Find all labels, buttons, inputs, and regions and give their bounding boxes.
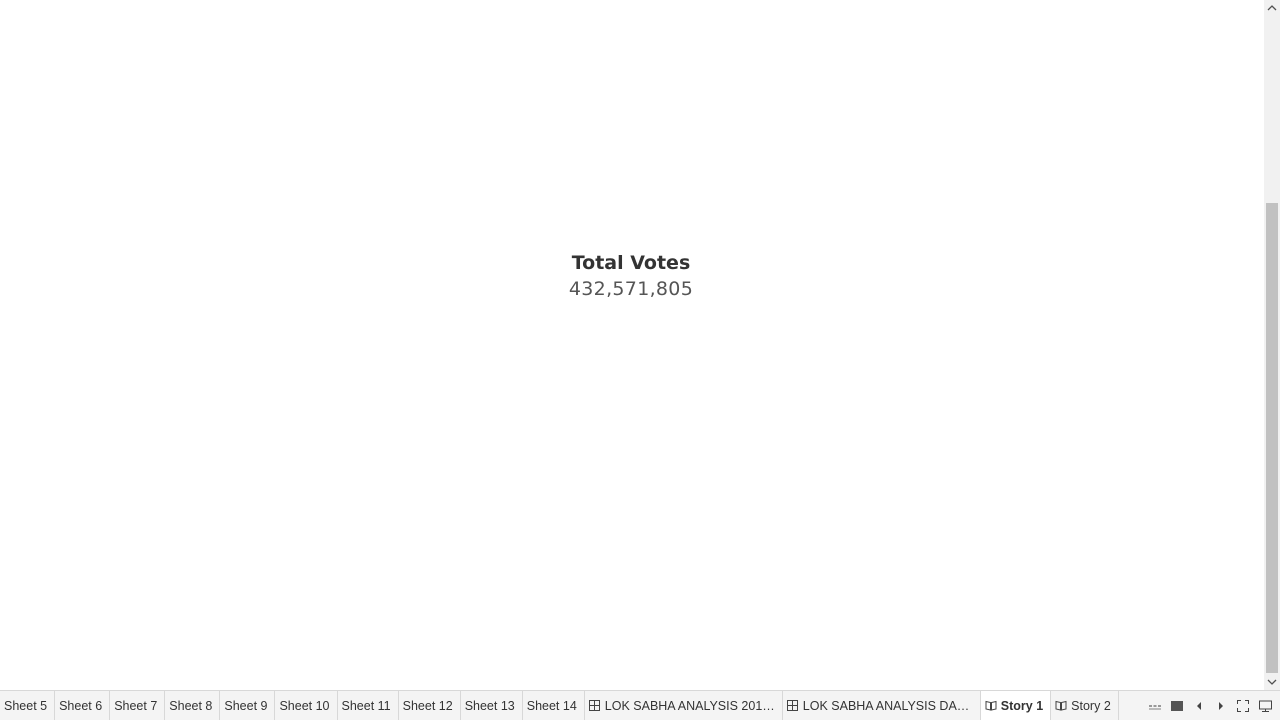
tab-sheet-7[interactable]: Sheet 7 [110, 691, 166, 720]
story-book-icon [1055, 700, 1067, 712]
tab-sheet-6[interactable]: Sheet 6 [55, 691, 111, 720]
tab-sheet-5[interactable]: Sheet 5 [0, 691, 56, 720]
tab-sheet-12[interactable]: Sheet 12 [399, 691, 461, 720]
tab-sheet-10[interactable]: Sheet 10 [275, 691, 338, 720]
tab-dashboard-lok-sabha-2019[interactable]: LOK SABHA ANALYSIS 2019... [585, 691, 783, 720]
tab-label: Sheet 11 [341, 698, 391, 713]
tab-bar-controls [1144, 691, 1280, 720]
tab-label: Sheet 6 [59, 698, 103, 713]
tab-sheet-9[interactable]: Sheet 9 [220, 691, 276, 720]
tab-label: Sheet 12 [402, 698, 453, 713]
tab-label: LOK SABHA ANALYSIS DAH... [802, 698, 973, 713]
vertical-scrollbar[interactable] [1264, 0, 1280, 690]
show-filmstrip-icon[interactable] [1144, 695, 1166, 717]
tab-sheet-14[interactable]: Sheet 14 [523, 691, 585, 720]
show-tabs-icon[interactable] [1166, 695, 1188, 717]
tab-dashboard-lok-sabha-dah[interactable]: LOK SABHA ANALYSIS DAH... [783, 691, 981, 720]
tab-label: Sheet 5 [4, 698, 48, 713]
tab-story-2[interactable]: Story 2 [1051, 691, 1119, 720]
dashboard-grid-icon [787, 700, 799, 712]
tab-label: Sheet 14 [526, 698, 577, 713]
tab-label: Sheet 7 [114, 698, 158, 713]
tab-label: Sheet 10 [279, 698, 330, 713]
story-book-icon [985, 700, 997, 712]
dashboard-grid-icon [589, 700, 601, 712]
sheet-tab-bar: Sheet 5 Sheet 6 Sheet 7 Sheet 8 Sheet 9 … [0, 690, 1280, 720]
tab-label: Story 2 [1071, 698, 1111, 713]
tab-label: Sheet 8 [169, 698, 213, 713]
story-canvas: Total Votes 432,571,805 [0, 0, 1264, 690]
scrollbar-thumb[interactable] [1266, 203, 1278, 673]
tab-label: Story 1 [1000, 698, 1044, 713]
tab-sheet-13[interactable]: Sheet 13 [461, 691, 523, 720]
total-votes-kpi: Total Votes 432,571,805 [0, 250, 1262, 302]
scroll-tabs-left-icon[interactable] [1188, 695, 1210, 717]
kpi-value: 432,571,805 [568, 278, 694, 300]
scroll-tabs-right-icon[interactable] [1210, 695, 1232, 717]
scroll-down-icon[interactable] [1264, 674, 1280, 690]
scroll-up-icon[interactable] [1264, 0, 1280, 16]
presentation-mode-icon[interactable] [1254, 695, 1276, 717]
kpi-title: Total Votes [571, 252, 691, 274]
tab-label: LOK SABHA ANALYSIS 2019... [604, 698, 775, 713]
tab-label: Sheet 13 [464, 698, 515, 713]
fullscreen-icon[interactable] [1232, 695, 1254, 717]
tab-sheet-8[interactable]: Sheet 8 [165, 691, 221, 720]
tab-label: Sheet 9 [224, 698, 268, 713]
tab-sheet-11[interactable]: Sheet 11 [338, 691, 399, 720]
tab-story-1[interactable]: Story 1 [980, 691, 1052, 720]
